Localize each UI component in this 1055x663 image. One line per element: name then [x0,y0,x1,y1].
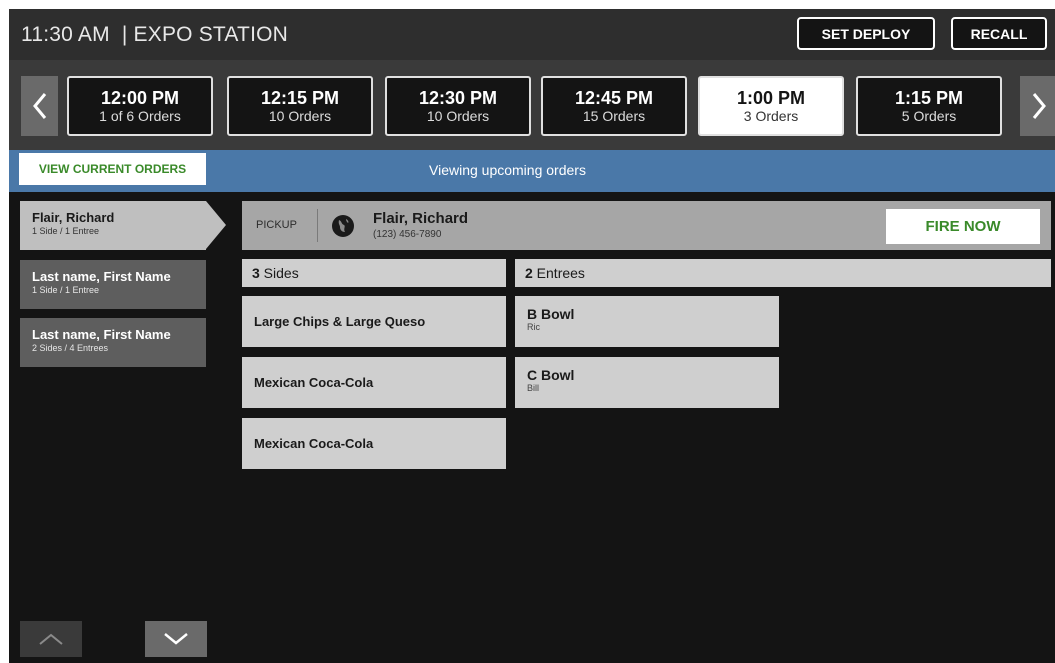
scroll-up-button[interactable] [20,621,82,657]
viewing-status-text: Viewing upcoming orders [429,162,586,178]
header-bar: 11:30 AM | EXPO STATION SET DEPLOY RECAL… [9,9,1055,60]
side-item-name: Mexican Coca-Cola [254,375,374,390]
customer-name: Last name, First Name [32,327,171,342]
time-slot-count: 5 Orders [901,107,957,124]
customer-item-selected[interactable]: Flair, Richard 1 Side / 1 Entree [20,201,206,250]
side-item[interactable]: Mexican Coca-Cola [242,357,506,408]
time-slot-time: 12:45 PM [574,87,654,108]
order-type-label: PICKUP [256,219,297,231]
entree-item-name: C Bowl [527,367,575,383]
entrees-section-header: 2 Entrees [515,259,1051,287]
time-slot-1230[interactable]: 12:30 PM 10 Orders [385,76,531,136]
divider [317,209,318,242]
entree-item[interactable]: C Bowl Bill [515,357,779,408]
info-bar: VIEW CURRENT ORDERS Viewing upcoming ord… [9,150,1055,192]
side-item[interactable]: Large Chips & Large Queso [242,296,506,347]
customer-item[interactable]: Last name, First Name 1 Side / 1 Entree [20,260,206,309]
sides-section-header: 3 Sides [242,259,506,287]
time-slot-count: 10 Orders [426,107,490,124]
time-slot-1215[interactable]: 12:15 PM 10 Orders [227,76,373,136]
expo-station-screen: 11:30 AM | EXPO STATION SET DEPLOY RECAL… [9,9,1055,663]
entrees-count: 2 [525,265,533,281]
time-slot-count: 1 of 6 Orders [99,107,181,124]
customer-detail: 1 Side / 1 Entree [32,226,100,236]
sides-label: Sides [259,265,299,281]
time-slot-time: 12:15 PM [260,87,340,108]
selected-pointer [206,201,226,249]
time-slot-count: 15 Orders [582,107,646,124]
customer-item[interactable]: Last name, First Name 2 Sides / 4 Entree… [20,318,206,367]
side-item-name: Mexican Coca-Cola [254,436,374,451]
time-slot-100-selected[interactable]: 1:00 PM 3 Orders [698,76,844,136]
customer-name: Last name, First Name [32,269,171,284]
entree-item-name: B Bowl [527,306,575,322]
time-slot-count: 10 Orders [268,107,332,124]
time-slot-strip: 12:00 PM 1 of 6 Orders 12:15 PM 10 Order… [9,60,1055,150]
time-slot-115[interactable]: 1:15 PM 5 Orders [856,76,1002,136]
order-customer-phone: (123) 456-7890 [373,229,442,240]
time-slot-1200[interactable]: 12:00 PM 1 of 6 Orders [67,76,213,136]
entree-item-note: Bill [527,383,540,393]
globe-icon [332,215,354,237]
chevron-up-icon [39,633,63,645]
time-slot-count: 3 Orders [743,107,799,124]
next-timeslot-button[interactable] [1020,76,1055,136]
customer-detail: 2 Sides / 4 Entrees [32,343,109,353]
chevron-left-icon [32,93,46,119]
recall-button[interactable]: RECALL [951,17,1047,50]
prev-timeslot-button[interactable] [21,76,58,136]
chevron-right-icon [1032,93,1046,119]
customer-detail: 1 Side / 1 Entree [32,285,100,295]
entree-item-note: Ric [527,322,540,332]
time-slot-time: 12:00 PM [100,87,180,108]
fire-now-button[interactable]: FIRE NOW [886,209,1040,244]
order-header: PICKUP Flair, Richard (123) 456-7890 FIR… [242,201,1051,250]
time-slot-time: 1:15 PM [894,87,964,108]
scroll-down-button[interactable] [145,621,207,657]
time-slot-time: 12:30 PM [418,87,498,108]
chevron-down-icon [164,633,188,645]
entree-item[interactable]: B Bowl Ric [515,296,779,347]
set-deploy-button[interactable]: SET DEPLOY [797,17,935,50]
entrees-label: Entrees [532,265,585,281]
time-slot-1245[interactable]: 12:45 PM 15 Orders [541,76,687,136]
side-item-name: Large Chips & Large Queso [254,314,426,329]
side-item[interactable]: Mexican Coca-Cola [242,418,506,469]
sides-count: 3 [252,265,260,281]
time-slot-time: 1:00 PM [736,87,806,108]
customer-name: Flair, Richard [32,210,115,225]
station-title: 11:30 AM | EXPO STATION [21,23,289,46]
view-current-orders-button[interactable]: VIEW CURRENT ORDERS [19,153,206,185]
order-customer-name: Flair, Richard [373,210,469,227]
